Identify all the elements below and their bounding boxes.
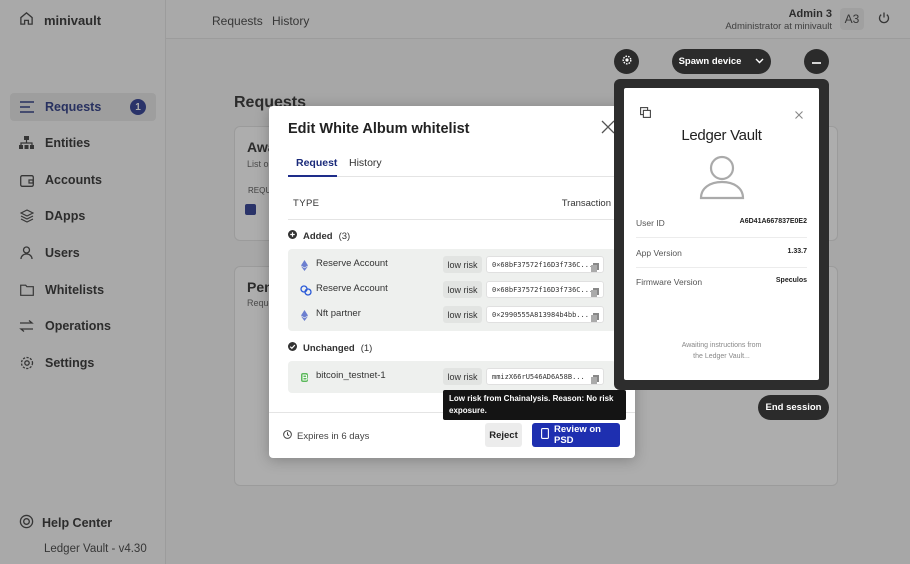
tab-history[interactable]: History: [349, 157, 382, 169]
device-field-key: Firmware Version: [636, 277, 703, 287]
table-row[interactable]: Nft partner low risk 0×2990555A813984b4b…: [288, 303, 616, 327]
address-field[interactable]: 0×2990555A813984b4bb...: [486, 306, 604, 323]
tab-request[interactable]: Request: [296, 157, 337, 169]
reject-button[interactable]: Reject: [485, 423, 522, 447]
row-name: Reserve Account: [316, 258, 388, 269]
minus-icon: [812, 56, 821, 67]
copy-icon[interactable]: [591, 285, 599, 297]
device-screen: Ledger Vault User ID A6D41A667837E0E2 Ap…: [624, 88, 819, 380]
check-circle-icon: [288, 342, 297, 354]
modal-tabs: Request History: [288, 154, 616, 177]
column-transaction: Transaction: [561, 198, 611, 209]
unchanged-section-header: Unchanged (1): [288, 342, 372, 354]
device-field-key: User ID: [636, 218, 665, 228]
divider: [288, 219, 616, 220]
device-status-message: Awaiting instructions from the Ledger Va…: [624, 340, 819, 362]
spawn-device-label: Spawn device: [678, 56, 742, 67]
expires-label: Expires in 6 days: [297, 430, 370, 442]
table-row[interactable]: Reserve Account low risk 0×68bF37572f16D…: [288, 278, 616, 302]
unchanged-group: bitcoin_testnet-1 low risk mmizX66rU546A…: [288, 361, 616, 393]
risk-badge[interactable]: low risk: [443, 281, 482, 298]
unchanged-label: Unchanged: [303, 342, 355, 354]
device-settings-button[interactable]: [614, 49, 639, 74]
clock-icon: [283, 430, 292, 442]
copy-icon[interactable]: [591, 372, 599, 384]
chainlink-icon: [300, 284, 312, 296]
copy-icon[interactable]: [640, 106, 651, 121]
device-field-value: Speculos: [775, 277, 807, 284]
device-status-line: the Ledger Vault...: [693, 353, 750, 360]
end-session-button[interactable]: End session: [758, 395, 829, 420]
expiry-info: Expires in 6 days: [283, 430, 369, 442]
device-title: Ledger Vault: [681, 127, 762, 144]
ethereum-icon: [300, 259, 311, 271]
copy-icon[interactable]: [591, 310, 599, 322]
device-status-line: Awaiting instructions from: [681, 342, 762, 349]
device-field: User ID A6D41A667837E0E2: [636, 209, 807, 238]
modal-title: Edit White Album whitelist: [288, 121, 470, 137]
chevron-down-icon: [755, 56, 764, 67]
added-section-header: Added (3): [288, 230, 350, 242]
address-field[interactable]: 0×68bF37572f16D3f736C...: [486, 281, 604, 298]
close-icon[interactable]: [795, 107, 803, 122]
row-name: Reserve Account: [316, 283, 388, 294]
address-field[interactable]: 0×68bF37572f16D3f736C...: [486, 256, 604, 273]
row-name: bitcoin_testnet-1: [316, 370, 386, 381]
minimize-device-button[interactable]: [804, 49, 829, 74]
device-simulator: Ledger Vault User ID A6D41A667837E0E2 Ap…: [614, 79, 829, 390]
risk-badge[interactable]: low risk: [443, 256, 482, 273]
risk-badge[interactable]: low risk: [443, 306, 482, 323]
device-icon: [541, 428, 549, 442]
copy-icon[interactable]: [591, 260, 599, 272]
user-avatar-icon: [699, 154, 745, 203]
bitcoin-icon: [300, 371, 311, 382]
added-label: Added: [303, 230, 333, 242]
added-group: Reserve Account low risk 0×68bF37572f16D…: [288, 249, 616, 331]
device-field: App Version 1.33.7: [636, 239, 807, 268]
table-row[interactable]: Reserve Account low risk 0×68bF37572f16D…: [288, 253, 616, 277]
risk-tooltip: Low risk from Chainalysis. Reason: No ri…: [443, 390, 626, 420]
device-field: Firmware Version Speculos: [636, 268, 807, 297]
column-type: TYPE: [293, 198, 320, 209]
review-on-psd-button[interactable]: Review on PSD: [532, 423, 620, 447]
unchanged-count: (1): [360, 342, 373, 354]
device-field-value: 1.33.7: [787, 248, 807, 255]
address-field[interactable]: mmizX66rU546AD6A58B...: [486, 368, 604, 385]
row-name: Nft partner: [316, 308, 361, 319]
review-on-psd-label: Review on PSD: [554, 424, 601, 446]
plus-circle-icon: [288, 230, 297, 242]
spawn-device-button[interactable]: Spawn device: [672, 49, 771, 74]
device-field-key: App Version: [636, 248, 682, 258]
gear-icon: [622, 55, 632, 68]
table-row[interactable]: bitcoin_testnet-1 low risk mmizX66rU546A…: [288, 365, 616, 389]
risk-badge[interactable]: low risk: [443, 368, 482, 385]
device-field-value: A6D41A667837E0E2: [739, 218, 807, 225]
added-count: (3): [338, 230, 351, 242]
active-tab-indicator: [288, 175, 337, 177]
ethereum-icon: [300, 309, 311, 321]
